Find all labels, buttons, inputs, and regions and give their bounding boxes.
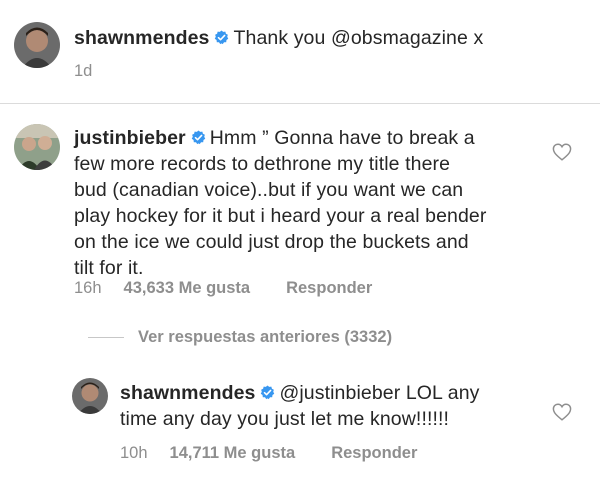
comment-author-avatar[interactable] [14, 124, 60, 170]
view-previous-replies-button[interactable]: Ver respuestas anteriores (3332) [72, 328, 392, 347]
view-previous-replies-label: Ver respuestas anteriores (3332) [138, 328, 393, 346]
caption-divider [0, 103, 600, 104]
verified-badge-icon [191, 130, 205, 145]
verified-badge-icon [215, 30, 229, 45]
reply-meta: 10h 14,711 Me gusta Responder [120, 444, 417, 463]
post-caption-text: Thank you @obsmagazine x [233, 27, 484, 49]
reply-text-line: @justinbieber LOL any [279, 382, 480, 404]
post-caption: shawnmendes Thank you @obsmagazine x [74, 25, 483, 51]
comment-text-line: bud (canadian voice)..but if you want we… [74, 179, 464, 201]
comment-text-line: tilt for it. [74, 257, 144, 279]
comment-reply-button[interactable]: Responder [286, 279, 372, 297]
reply-timestamp[interactable]: 10h [120, 444, 148, 462]
post-author-avatar[interactable] [14, 22, 60, 68]
post-author-username[interactable]: shawnmendes [74, 27, 209, 49]
comment-text-line: play hockey for it but i heard your a re… [74, 205, 487, 227]
verified-badge-icon [261, 385, 275, 400]
comment-body: justinbieber Hmm ” Gonna have to break a … [74, 125, 544, 281]
comment-text-line: Hmm ” Gonna have to break a [209, 127, 475, 149]
reply-likes-count[interactable]: 14,711 Me gusta [170, 444, 296, 462]
reply-body: shawnmendes @justinbieber LOL any time an… [120, 380, 540, 432]
comment-line-1: justinbieber Hmm ” Gonna have to break a [74, 125, 544, 151]
post-timestamp[interactable]: 1d [74, 62, 92, 80]
post-meta: 1d [74, 62, 92, 81]
reply-author-avatar[interactable] [72, 378, 108, 414]
comment-text-line: few more records to dethrone my title th… [74, 153, 451, 175]
reply-like-heart-icon[interactable] [552, 403, 572, 421]
reply-reply-button[interactable]: Responder [331, 444, 417, 462]
comment-meta: 16h 43,633 Me gusta Responder [74, 279, 372, 298]
comment-timestamp[interactable]: 16h [74, 279, 102, 297]
reply-author-username[interactable]: shawnmendes [120, 382, 255, 404]
comment-like-heart-icon[interactable] [552, 143, 572, 161]
reply-text-line: time any day you just let me know!!!!!! [120, 408, 450, 430]
replies-divider-line [88, 337, 124, 339]
comment-text-line: on the ice we could just drop the bucket… [74, 231, 469, 253]
comment-likes-count[interactable]: 43,633 Me gusta [124, 279, 251, 297]
reply-line-1: shawnmendes @justinbieber LOL any [120, 380, 540, 406]
comment-author-username[interactable]: justinbieber [74, 127, 186, 149]
